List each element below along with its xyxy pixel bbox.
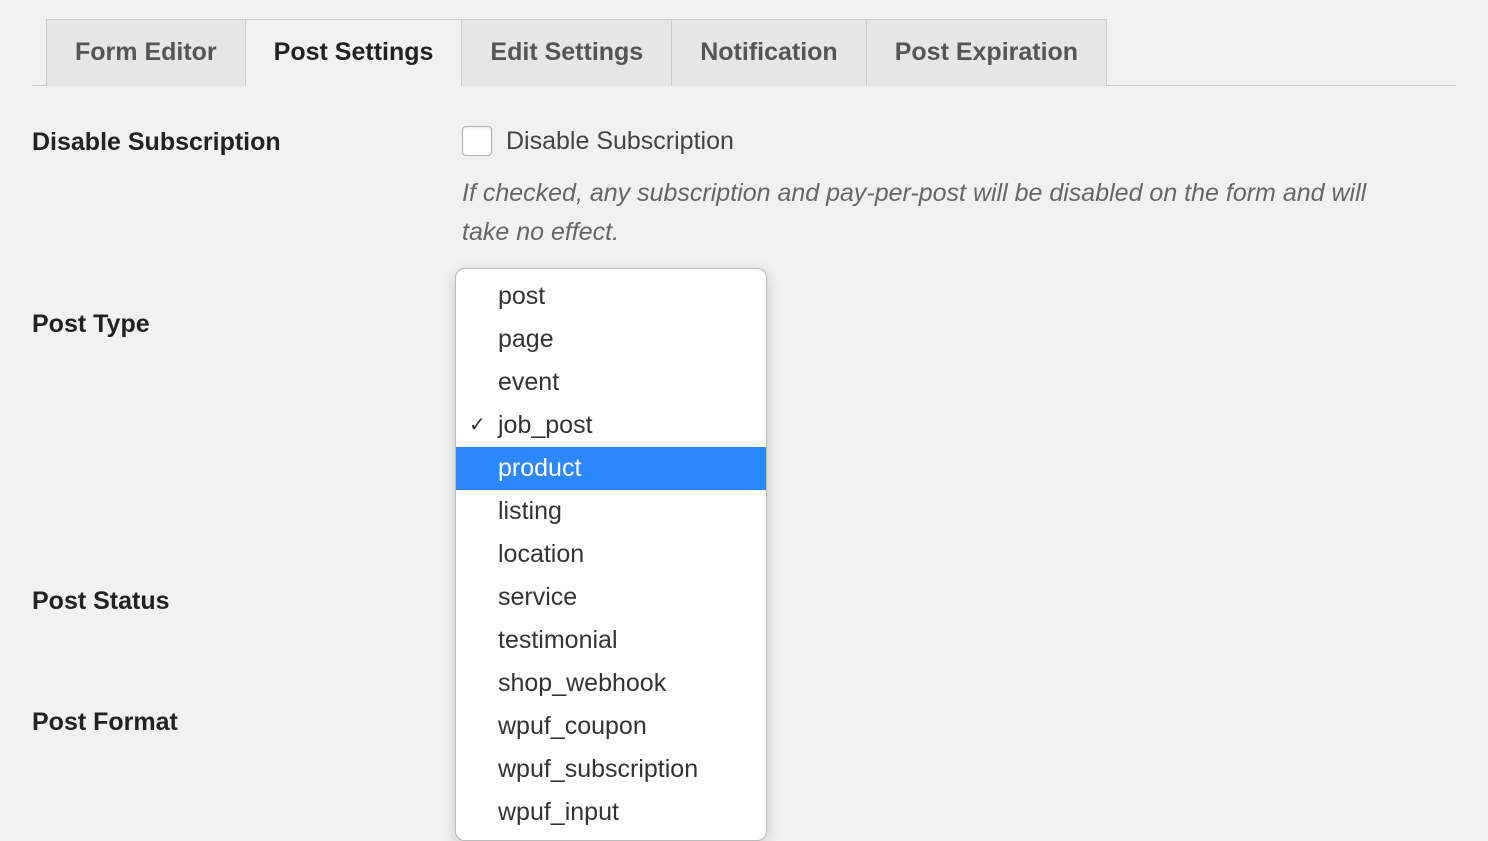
tab-notification[interactable]: Notification [671, 19, 867, 86]
dropdown-item-label: post [498, 282, 545, 310]
disable-subscription-checkbox-label: Disable Subscription [506, 127, 734, 156]
tab-post-settings[interactable]: Post Settings [245, 19, 463, 86]
label-disable-subscription: Disable Subscription [32, 126, 462, 157]
tab-edit-settings[interactable]: Edit Settings [461, 19, 672, 86]
disable-subscription-checkbox[interactable] [462, 126, 492, 156]
dropdown-item-label: wpuf_input [498, 798, 619, 826]
dropdown-item-service[interactable]: service [456, 576, 766, 619]
row-post-type: Post Type postpageevent✓job_postproductl… [32, 308, 1456, 339]
tabs-container: Form Editor Post Settings Edit Settings … [32, 18, 1456, 86]
dropdown-item-wpuf_coupon[interactable]: wpuf_coupon [456, 705, 766, 748]
dropdown-item-label: service [498, 583, 577, 611]
tabs: Form Editor Post Settings Edit Settings … [46, 18, 1456, 85]
dropdown-item-location[interactable]: location [456, 533, 766, 576]
dropdown-item-label: job_post [498, 411, 593, 439]
dropdown-item-label: event [498, 368, 559, 396]
dropdown-item-label: wpuf_subscription [498, 755, 698, 783]
disable-subscription-description: If checked, any subscription and pay-per… [462, 174, 1382, 252]
label-post-type: Post Type [32, 308, 462, 339]
row-disable-subscription: Disable Subscription Disable Subscriptio… [32, 126, 1456, 252]
dropdown-item-wpuf_subscription[interactable]: wpuf_subscription [456, 748, 766, 791]
tab-form-editor[interactable]: Form Editor [46, 19, 246, 86]
dropdown-item-event[interactable]: event [456, 361, 766, 404]
dropdown-item-post[interactable]: post [456, 275, 766, 318]
dropdown-item-testimonial[interactable]: testimonial [456, 619, 766, 662]
label-post-format: Post Format [32, 706, 462, 737]
field-disable-subscription: Disable Subscription If checked, any sub… [462, 126, 1456, 252]
post-type-dropdown[interactable]: post page event ✓ job_postproduct listing loca… [455, 268, 767, 841]
dropdown-item-job_post[interactable]: ✓ job_post [456, 404, 766, 447]
dropdown-item-label: wpuf_coupon [498, 712, 647, 740]
dropdown-item-page[interactable]: page [456, 318, 766, 361]
dropdown-item-label: location [498, 540, 584, 568]
dropdown-item-label: listing [498, 497, 562, 525]
form-content: Disable Subscription Disable Subscriptio… [0, 86, 1488, 797]
dropdown-item-product[interactable]: product [456, 447, 766, 490]
dropdown-item-label: product [498, 454, 581, 482]
dropdown-item-label: testimonial [498, 626, 618, 654]
label-post-status: Post Status [32, 585, 462, 616]
dropdown-item-wpuf_input[interactable]: wpuf_input [456, 791, 766, 834]
dropdown-item-label: shop_webhook [498, 669, 666, 697]
checkbox-row: Disable Subscription [462, 126, 1456, 156]
dropdown-item-shop_webhook[interactable]: shop_webhook [456, 662, 766, 705]
dropdown-item-label: page [498, 325, 554, 353]
checkmark-icon: ✓ [469, 411, 486, 439]
dropdown-item-listing[interactable]: listing [456, 490, 766, 533]
tab-post-expiration[interactable]: Post Expiration [866, 19, 1107, 86]
